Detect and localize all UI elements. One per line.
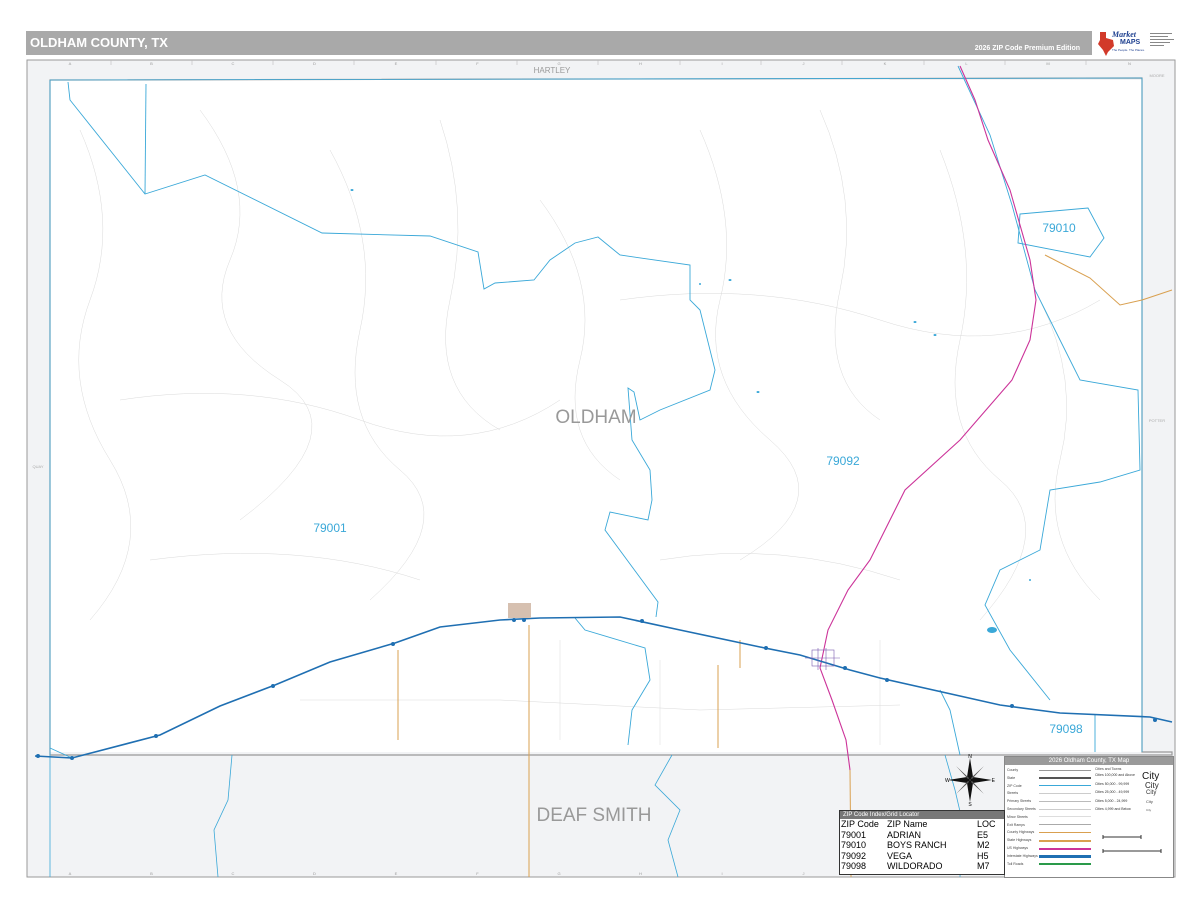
legend-line-swatch bbox=[1039, 816, 1091, 818]
grid-column-label: H bbox=[639, 61, 642, 66]
grid-column-label: D bbox=[313, 871, 316, 876]
zip-index-title: ZIP Code Index/Grid Locator bbox=[840, 811, 1004, 819]
zip-code-index: ZIP Code Index/Grid Locator ZIP Code ZIP… bbox=[839, 810, 1005, 875]
legend-city-size: Cities 5,000 - 24,999 bbox=[1095, 798, 1128, 803]
quay-county-label: QUAY bbox=[32, 464, 43, 469]
table-row: 79001 ADRIAN E5 bbox=[841, 830, 998, 841]
adrian-town-area bbox=[508, 603, 531, 618]
legend-city-size: Cities 100,000 and Above bbox=[1095, 773, 1135, 777]
zip-loc-cell: M2 bbox=[977, 840, 990, 850]
legend-line-swatch bbox=[1039, 800, 1091, 802]
east-neighbor-area bbox=[1142, 80, 1172, 752]
grid-column-label: G bbox=[557, 871, 560, 876]
legend-line-swatch bbox=[1039, 839, 1091, 842]
compass-n: N bbox=[968, 754, 972, 760]
legend-city-size: Cities 4,999 and Below bbox=[1095, 807, 1131, 811]
legend-line-swatch bbox=[1039, 831, 1091, 833]
legend-line-swatch bbox=[1039, 863, 1091, 866]
hartley-county-label: HARTLEY bbox=[534, 66, 571, 75]
grid-column-label: A bbox=[69, 871, 72, 876]
legend-line-swatch bbox=[1039, 777, 1091, 780]
legend-row-label: US Highways bbox=[1007, 846, 1029, 850]
grid-column-label: E bbox=[395, 871, 398, 876]
legend-row-label: Minor Streets bbox=[1007, 814, 1028, 819]
zip-index-header-row: ZIP Code ZIP Name LOC bbox=[841, 819, 998, 830]
zip-code-cell: 79098 bbox=[841, 861, 867, 871]
legend-line-swatch bbox=[1039, 847, 1091, 850]
zip-loc-cell: M7 bbox=[977, 861, 990, 871]
zip-label-79001: 79001 bbox=[313, 521, 347, 535]
legend-city-sample-2: City bbox=[1145, 781, 1159, 790]
zip-code-cell: 79092 bbox=[841, 850, 867, 861]
grid-column-label: J bbox=[803, 871, 805, 876]
zip-label-79098: 79098 bbox=[1049, 722, 1083, 736]
potter-county-label: POTTER bbox=[1149, 418, 1165, 423]
legend-city-size: Cities 50,000 - 99,999 bbox=[1095, 781, 1130, 786]
legend-row-label: Primary Streets bbox=[1007, 799, 1032, 804]
zip-name-cell: VEGA bbox=[887, 850, 913, 861]
grid-column-label: J bbox=[803, 61, 805, 66]
grid-column-label: B bbox=[150, 61, 153, 66]
grid-column-label: B bbox=[150, 871, 153, 876]
zip-name-cell: WILDORADO bbox=[887, 861, 943, 871]
zip-label-79010: 79010 bbox=[1042, 221, 1076, 235]
compass-rose-icon: N S E W bbox=[945, 754, 996, 806]
legend-row-label: Streets bbox=[1007, 791, 1019, 796]
legend-row-label: County bbox=[1007, 768, 1019, 772]
compass-s: S bbox=[968, 802, 972, 806]
legend-row-label: Secondary Streets bbox=[1007, 807, 1036, 811]
zip-code-cell: 79001 bbox=[841, 829, 867, 840]
zip-name-cell: ADRIAN bbox=[887, 829, 922, 840]
legend-row-label: ZIP Code bbox=[1007, 783, 1022, 788]
legend-row-label: State bbox=[1007, 775, 1016, 780]
legend-city-sample-4: City bbox=[1146, 799, 1153, 804]
grid-column-label: K bbox=[884, 61, 887, 66]
legend-row-label: Toll Roads bbox=[1007, 861, 1024, 866]
zip-name-cell: BOYS RANCH bbox=[887, 840, 947, 850]
legend-line-swatch bbox=[1039, 785, 1091, 787]
compass-w: W bbox=[945, 778, 950, 784]
zip-loc-cell: H5 bbox=[977, 850, 989, 861]
grid-column-label: H bbox=[639, 871, 642, 876]
map-legend: 2026 Oldham County, TX Map Cities and To… bbox=[1004, 756, 1174, 878]
legend-line-swatch bbox=[1039, 769, 1091, 771]
zip-index-header: ZIP Name bbox=[887, 819, 928, 829]
table-row: 79098 WILDORADO M7 bbox=[841, 861, 998, 872]
grid-column-label: E bbox=[395, 61, 398, 66]
legend-city-sample-5: City bbox=[1146, 808, 1152, 812]
grid-column-label: A bbox=[69, 61, 72, 66]
scale-bar bbox=[1102, 835, 1162, 853]
legend-title: 2026 Oldham County, TX Map bbox=[1005, 757, 1173, 765]
legend-line-swatch bbox=[1039, 855, 1091, 859]
legend-row-label: County Highways bbox=[1007, 830, 1035, 835]
grid-column-label: C bbox=[232, 871, 235, 876]
compass-e: E bbox=[992, 778, 996, 784]
legend-city-size: Cities 25,000 - 49,999 bbox=[1095, 790, 1130, 794]
zip-loc-cell: E5 bbox=[977, 829, 989, 840]
zip-label-79092: 79092 bbox=[826, 454, 860, 468]
legend-row-label: Exit Ramps bbox=[1007, 822, 1025, 827]
zip-index-header: ZIP Code bbox=[841, 819, 879, 829]
grid-column-label: I bbox=[721, 61, 722, 66]
table-row: 79010 BOYS RANCH M2 bbox=[841, 840, 998, 851]
grid-column-label: N bbox=[1128, 61, 1131, 66]
legend-line-swatch bbox=[1039, 824, 1091, 826]
zip-code-cell: 79010 bbox=[841, 840, 867, 850]
zip-index-table: ZIP Code ZIP Name LOC 79001 ADRIAN E5 79… bbox=[841, 819, 998, 872]
zip-index-header: LOC bbox=[977, 819, 996, 829]
deaf-smith-county-label: DEAF SMITH bbox=[536, 805, 651, 826]
legend-line-swatch bbox=[1039, 808, 1091, 810]
legend-row-label: State Highways bbox=[1007, 838, 1032, 843]
grid-column-label: D bbox=[313, 61, 316, 66]
grid-column-label: M bbox=[1046, 61, 1049, 66]
oldham-county-label: OLDHAM bbox=[555, 407, 636, 428]
moore-county-label: MOORE bbox=[1149, 73, 1164, 78]
legend-size-header: Cities and Towns bbox=[1095, 767, 1122, 771]
grid-column-label: C bbox=[232, 61, 235, 66]
grid-column-label: I bbox=[721, 871, 722, 876]
legend-line-swatch bbox=[1039, 792, 1091, 794]
legend-city-sample-3: City bbox=[1146, 790, 1157, 796]
table-row: 79092 VEGA H5 bbox=[841, 851, 998, 862]
legend-row-label: Interstate Highways bbox=[1007, 853, 1038, 858]
